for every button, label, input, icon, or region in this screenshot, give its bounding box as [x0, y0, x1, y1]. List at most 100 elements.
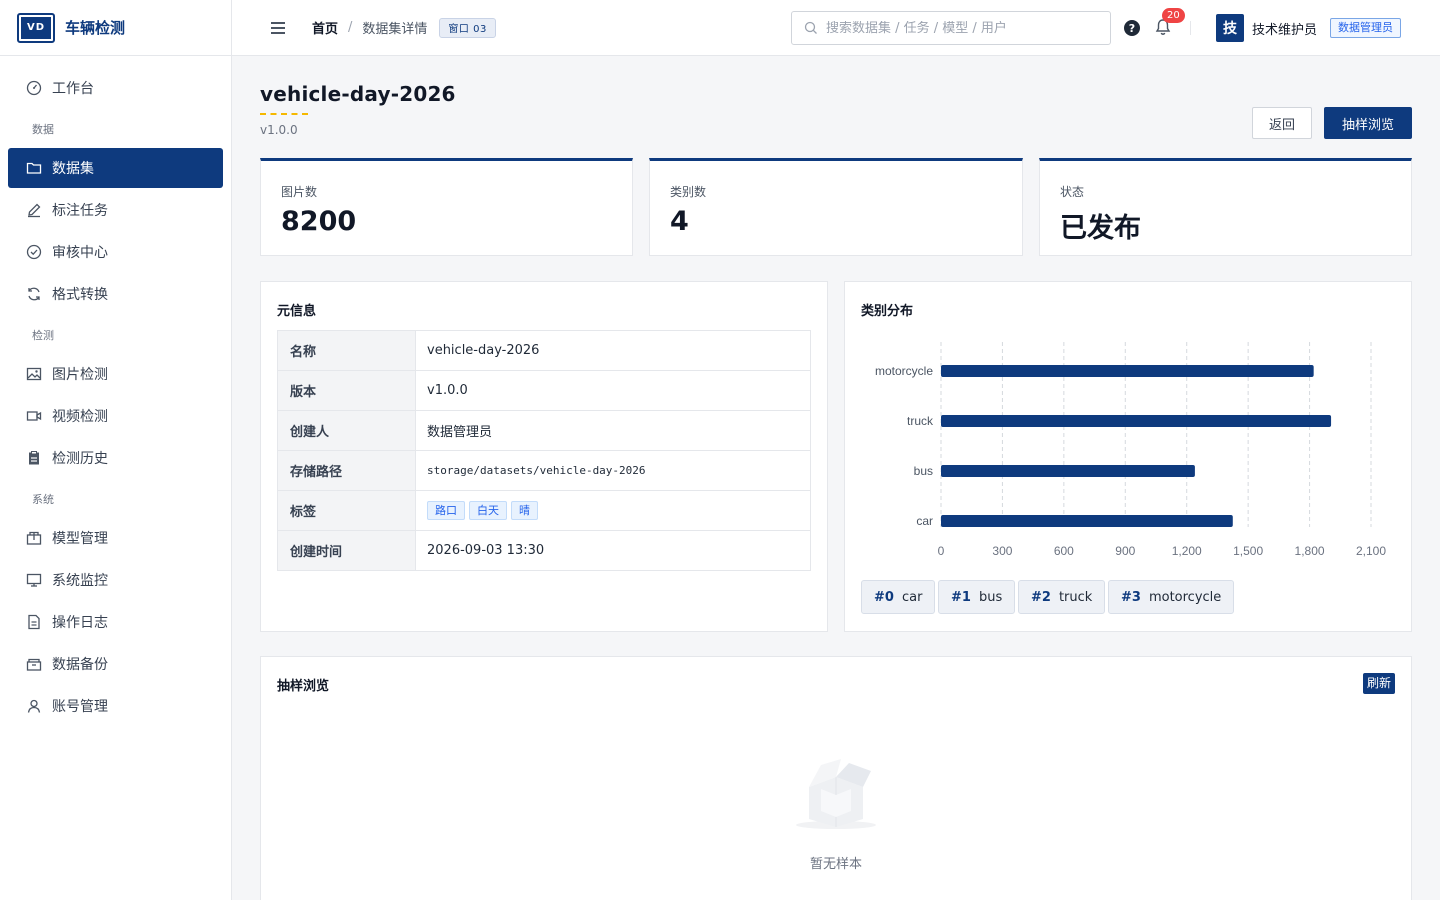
- sidebar-item[interactable]: 数据备份: [8, 644, 223, 684]
- tag-badge: 路口: [427, 501, 465, 520]
- main-content: vehicle-day-2026 v1.0.0 返回 抽样浏览 图片数 8200…: [232, 56, 1440, 900]
- class-chip-bus[interactable]: #1 bus: [938, 580, 1016, 614]
- meta-value: vehicle-day-2026: [415, 330, 811, 371]
- table-row: 名称 vehicle-day-2026: [277, 330, 811, 371]
- chart-bar-bus[interactable]: [941, 465, 1195, 477]
- image-icon: [25, 365, 43, 383]
- sidebar-item[interactable]: 数据集: [8, 148, 223, 188]
- meta-key: 创建时间: [277, 530, 416, 571]
- class-chip-motorcycle[interactable]: #3 motorcycle: [1108, 580, 1235, 614]
- breadcrumb-home[interactable]: 首页: [312, 18, 338, 37]
- tag-badge: 晴: [511, 501, 538, 520]
- table-row: 创建人 数据管理员: [277, 410, 811, 451]
- class-chip-name: car: [901, 589, 923, 605]
- class-chip-name: motorcycle: [1148, 589, 1222, 605]
- chart-bar-car[interactable]: [941, 515, 1233, 527]
- sidebar-item[interactable]: 图片检测: [8, 354, 223, 394]
- empty-box-icon: [796, 759, 876, 829]
- refresh-icon: [25, 285, 43, 303]
- class-chip-name: bus: [978, 589, 1003, 605]
- stat-value: 已发布: [1060, 213, 1141, 244]
- tag-badge: 白天: [469, 501, 507, 520]
- notification-count-badge: 20: [1162, 8, 1185, 23]
- sidebar-item[interactable]: 操作日志: [8, 602, 223, 642]
- class-chip-id: #3: [1121, 589, 1141, 605]
- sidebar-item[interactable]: 检测历史: [8, 438, 223, 478]
- meta-value-tags: 路口 白天晴: [415, 490, 811, 531]
- menu-toggle-icon[interactable]: [271, 21, 285, 34]
- chart-category-label: truck: [907, 414, 934, 428]
- sidebar-item-label: 检测历史: [52, 451, 108, 467]
- sidebar-item-label: 系统监控: [52, 573, 108, 589]
- stat-label: 图片数: [281, 185, 318, 199]
- sidebar-item-label: 数据集: [52, 161, 94, 177]
- meta-value: 数据管理员: [415, 410, 811, 451]
- stat-card-status: 状态 已发布: [1039, 158, 1412, 256]
- sample-card-title: 抽样浏览: [277, 679, 330, 694]
- page-version: v1.0.0: [260, 123, 298, 137]
- class-chip-car[interactable]: #0 car: [861, 580, 936, 614]
- meta-table: 名称 vehicle-day-2026 版本 v1.0.0 创建人 数据管理员 存储路…: [277, 330, 811, 571]
- brand-name: 车辆检测: [65, 19, 126, 37]
- sidebar-item[interactable]: 账号管理: [8, 686, 223, 726]
- meta-value: v1.0.0: [415, 370, 811, 411]
- sidebar: VD 车辆检测 工作台 数据 数据集 标注任务 审核中心 格式转换 检测 图片检测 视频检测 检测…: [0, 0, 232, 900]
- sidebar-item[interactable]: 工作台: [8, 68, 223, 108]
- archive-icon: [25, 655, 43, 673]
- class-chip-id: #0: [874, 589, 894, 605]
- folder-icon: [25, 159, 43, 177]
- top-header: 首页 / 数据集详情 窗口 03 ? 20 技 技术维护员 数据管理员: [232, 0, 1440, 56]
- chart-bar-truck[interactable]: [941, 415, 1332, 427]
- monitor-icon: [25, 571, 43, 589]
- empty-text: 暂无样本: [809, 857, 862, 872]
- table-row: 创建时间 2026-09-03 13:30: [277, 530, 811, 571]
- table-row: 版本 v1.0.0: [277, 370, 811, 411]
- sample-browse-button[interactable]: 抽样浏览: [1324, 107, 1412, 139]
- back-button[interactable]: 返回: [1252, 107, 1312, 139]
- stat-label: 状态: [1060, 185, 1085, 199]
- meta-key: 标签: [277, 490, 416, 531]
- search-input[interactable]: [826, 20, 1096, 36]
- sidebar-item[interactable]: 视频检测: [8, 396, 223, 436]
- stat-value: 8200: [281, 206, 357, 237]
- sidebar-item-label: 审核中心: [52, 245, 108, 261]
- chart-x-tick-label: 900: [1115, 544, 1135, 558]
- sidebar-item-label: 工作台: [52, 81, 94, 97]
- brand-logo: VD: [17, 12, 55, 43]
- sidebar-item[interactable]: 系统监控: [8, 560, 223, 600]
- page-title: vehicle-day-2026: [260, 82, 456, 106]
- chart-x-tick-label: 600: [1054, 544, 1074, 558]
- refresh-button[interactable]: 刷新: [1362, 673, 1395, 694]
- sidebar-item-label: 图片检测: [52, 367, 108, 383]
- stat-card-images: 图片数 8200: [260, 158, 633, 256]
- table-row: 存储路径 storage/datasets/vehicle-day-2026: [277, 450, 811, 491]
- meta-key: 创建人: [277, 410, 416, 451]
- distribution-card: 类别分布 0 300 600 900 1,200 1,500 1,800 2,100 motor…: [844, 281, 1412, 632]
- sidebar-item-label: 格式转换: [52, 287, 108, 303]
- brand[interactable]: VD 车辆检测: [0, 0, 231, 56]
- role-badge: 数据管理员: [1330, 18, 1401, 38]
- chart-x-tick-label: 0: [938, 544, 945, 558]
- class-chip-name: truck: [1058, 589, 1093, 605]
- stat-label: 类别数: [670, 185, 707, 199]
- global-search[interactable]: [791, 11, 1111, 45]
- sidebar-item[interactable]: 模型管理: [8, 518, 223, 558]
- meta-key: 名称: [277, 330, 416, 371]
- sidebar-item[interactable]: 审核中心: [8, 232, 223, 272]
- chart-x-tick-label: 1,800: [1295, 544, 1325, 558]
- sidebar-item[interactable]: 标注任务: [8, 190, 223, 230]
- stat-value: 4: [670, 206, 689, 237]
- avatar[interactable]: 技: [1216, 14, 1244, 42]
- sidebar-item-label: 视频检测: [52, 409, 108, 425]
- meta-value: 2026-09-03 13:30: [415, 530, 811, 571]
- meta-key: 存储路径: [277, 450, 416, 491]
- search-icon: [804, 21, 817, 34]
- help-icon[interactable]: ?: [1124, 20, 1140, 36]
- chart-bar-motorcycle[interactable]: [941, 365, 1314, 377]
- meta-key: 版本: [277, 370, 416, 411]
- sidebar-item-label: 模型管理: [52, 531, 108, 547]
- sidebar-item[interactable]: 格式转换: [8, 274, 223, 314]
- meta-value-path: storage/datasets/vehicle-day-2026: [415, 450, 811, 491]
- class-chip-truck[interactable]: #2 truck: [1018, 580, 1106, 614]
- username[interactable]: 技术维护员: [1252, 19, 1317, 38]
